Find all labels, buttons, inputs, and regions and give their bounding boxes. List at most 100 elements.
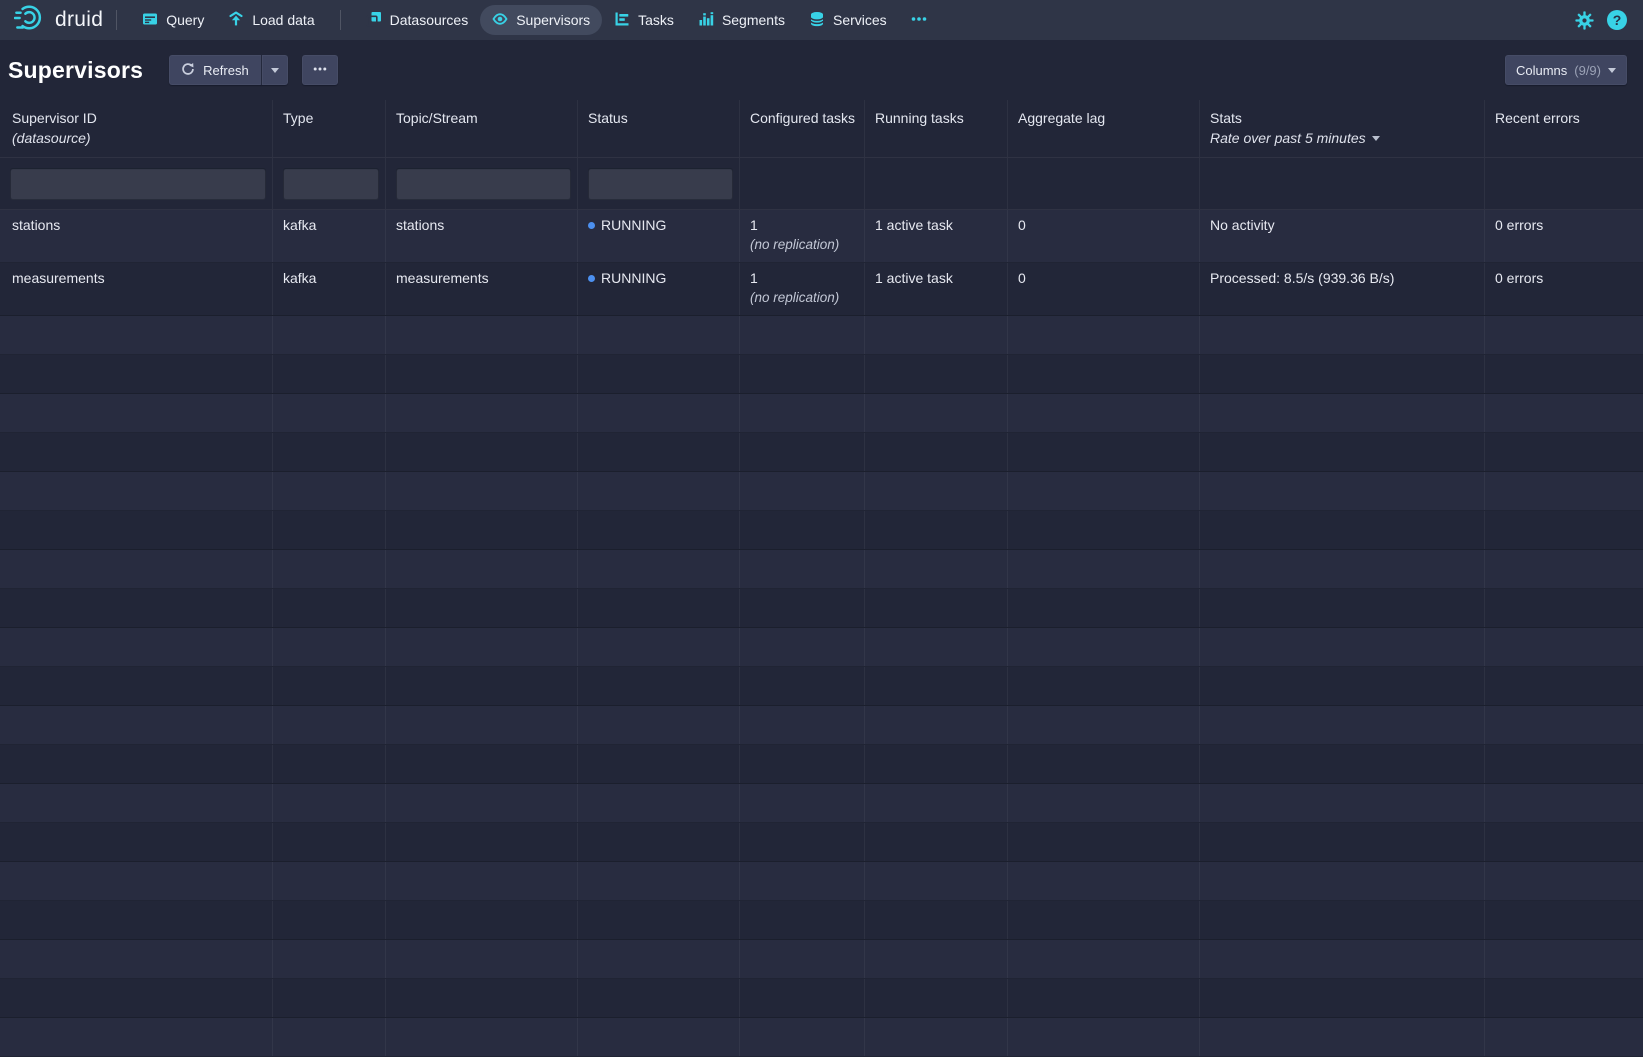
table-empty-cell (740, 940, 865, 978)
table-empty-cell (740, 355, 865, 393)
help-icon[interactable]: ? (1607, 10, 1627, 30)
table-empty-cell (386, 901, 578, 939)
table-empty-cell (0, 394, 273, 432)
refresh-icon (181, 62, 195, 79)
table-empty-cell (865, 589, 1008, 627)
column-label: Running tasks (875, 110, 997, 126)
cell-recent-errors: 0 errors (1485, 210, 1643, 262)
nav-item-datasources[interactable]: Datasources (354, 5, 481, 35)
column-header-topic-stream[interactable]: Topic/Stream (386, 100, 578, 157)
table-empty-cell (740, 433, 865, 471)
actions-more-button[interactable] (302, 55, 338, 85)
chevron-down-icon (271, 68, 279, 73)
status-text: RUNNING (601, 217, 666, 233)
table-empty-cell (386, 706, 578, 744)
cell-supervisor-id[interactable]: stations (0, 210, 273, 262)
table-filter-row (0, 158, 1643, 210)
columns-label: Columns (1516, 63, 1567, 78)
table-row-stations[interactable]: stations kafka stations RUNNING 1 (no re… (0, 210, 1643, 263)
refresh-button[interactable]: Refresh (169, 55, 261, 85)
cell-stats: No activity (1200, 210, 1485, 262)
brand-text: druid (55, 8, 103, 32)
nav-item-label: Load data (252, 12, 314, 28)
table-empty-cell (1008, 979, 1200, 1017)
nav-item-load-data[interactable]: Load data (216, 5, 326, 35)
table-empty-cell (1008, 589, 1200, 627)
table-empty-cell (865, 862, 1008, 900)
table-empty-cell (740, 823, 865, 861)
druid-brand[interactable]: druid (12, 3, 103, 37)
table-empty-cell (740, 784, 865, 822)
table-empty-cell (1008, 355, 1200, 393)
column-label: Type (283, 110, 375, 126)
stats-rate-selector[interactable]: Rate over past 5 minutes (1210, 130, 1474, 146)
cell-running-tasks: 1 active task (865, 263, 1008, 315)
table-empty-cell (865, 1018, 1008, 1056)
druid-logo-icon (14, 3, 48, 37)
nav-item-query[interactable]: Query (130, 5, 216, 35)
filter-input-status[interactable] (588, 168, 733, 200)
column-header-running-tasks[interactable]: Running tasks (865, 100, 1008, 157)
table-empty-cell (386, 823, 578, 861)
table-empty-cell (0, 901, 273, 939)
filter-cell-empty (865, 158, 1008, 209)
table-empty-cell (865, 394, 1008, 432)
services-database-icon (809, 11, 825, 30)
filter-input-topic-stream[interactable] (396, 168, 571, 200)
filter-input-type[interactable] (283, 168, 379, 200)
table-empty-cell (386, 511, 578, 549)
table-empty-cell (273, 511, 386, 549)
nav-item-tasks[interactable]: Tasks (602, 5, 686, 35)
table-empty-cell (0, 706, 273, 744)
nav-item-more[interactable] (899, 5, 939, 35)
column-header-recent-errors[interactable]: Recent errors (1485, 100, 1643, 157)
table-empty-cell (273, 784, 386, 822)
column-header-configured-tasks[interactable]: Configured tasks (740, 100, 865, 157)
cell-stats: Processed: 8.5/s (939.36 B/s) (1200, 263, 1485, 315)
table-empty-cell (1200, 433, 1485, 471)
table-empty-cell (1485, 979, 1643, 1017)
filter-input-supervisor-id[interactable] (10, 168, 266, 200)
column-header-aggregate-lag[interactable]: Aggregate lag (1008, 100, 1200, 157)
table-empty-cell (386, 472, 578, 510)
table-empty-cell (273, 589, 386, 627)
column-header-type[interactable]: Type (273, 100, 386, 157)
table-empty-cell (865, 940, 1008, 978)
table-empty-cell (865, 745, 1008, 783)
table-empty-cell (1008, 316, 1200, 354)
columns-dropdown-button[interactable]: Columns (9/9) (1505, 55, 1627, 85)
table-empty-cell (273, 472, 386, 510)
table-empty-cell (1008, 706, 1200, 744)
table-empty-cell (1008, 394, 1200, 432)
table-empty-cell (273, 667, 386, 705)
column-label: Supervisor ID (12, 110, 262, 126)
cell-supervisor-id[interactable]: measurements (0, 263, 273, 315)
table-empty-cell (1200, 472, 1485, 510)
table-empty-cell (386, 667, 578, 705)
nav-item-label: Tasks (638, 12, 674, 28)
table-empty-cell (1200, 589, 1485, 627)
nav-item-segments[interactable]: Segments (686, 5, 797, 35)
filter-cell (386, 158, 578, 209)
column-header-supervisor-id[interactable]: Supervisor ID (datasource) (0, 100, 273, 157)
table-empty-cell (740, 394, 865, 432)
table-empty-cell (1485, 862, 1643, 900)
table-body: stations kafka stations RUNNING 1 (no re… (0, 210, 1643, 1057)
nav-item-supervisors[interactable]: Supervisors (480, 5, 602, 35)
column-header-stats[interactable]: Stats Rate over past 5 minutes (1200, 100, 1485, 157)
chevron-down-icon (1608, 68, 1616, 73)
table-empty-cell (1485, 706, 1643, 744)
nav-item-services[interactable]: Services (797, 5, 899, 35)
table-empty-row (0, 511, 1643, 550)
table-empty-cell (578, 940, 740, 978)
table-empty-row (0, 901, 1643, 940)
table-row-measurements[interactable]: measurements kafka measurements RUNNING … (0, 263, 1643, 316)
table-empty-cell (578, 901, 740, 939)
cell-running-tasks: 1 active task (865, 210, 1008, 262)
settings-gear-icon[interactable] (1574, 10, 1594, 30)
filter-cell (273, 158, 386, 209)
refresh-interval-dropdown-button[interactable] (261, 55, 288, 85)
table-empty-cell (386, 784, 578, 822)
table-empty-cell (1485, 784, 1643, 822)
column-header-status[interactable]: Status (578, 100, 740, 157)
